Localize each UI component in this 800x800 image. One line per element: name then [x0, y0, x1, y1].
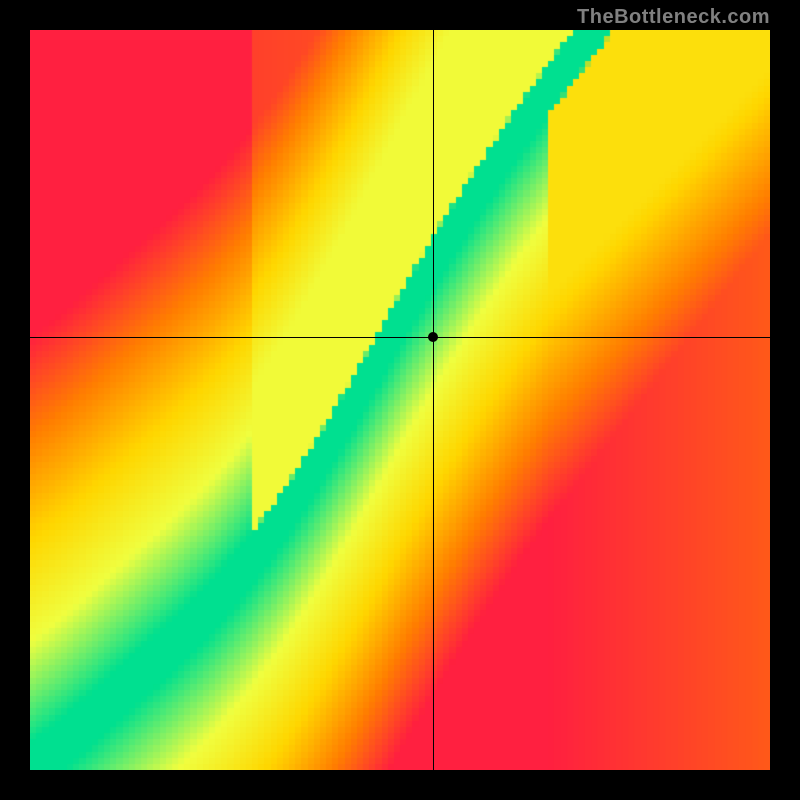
watermark-text: TheBottleneck.com: [577, 6, 770, 29]
chart-container: TheBottleneck.com: [0, 0, 800, 800]
plot-area[interactable]: [30, 30, 770, 770]
selection-marker-dot[interactable]: [428, 332, 438, 342]
crosshair-vertical: [433, 30, 434, 770]
crosshair-horizontal: [30, 337, 770, 338]
heatmap-canvas: [30, 30, 770, 770]
